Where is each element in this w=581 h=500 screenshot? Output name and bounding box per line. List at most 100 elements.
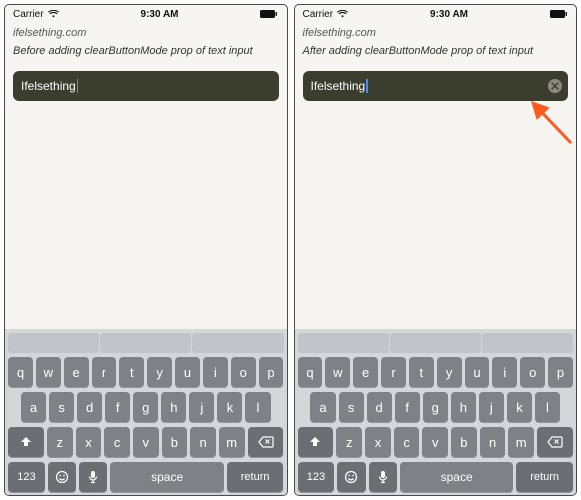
- phone-right: Carrier 9:30 AM ifelsething.com After ad…: [294, 4, 578, 496]
- key-shift[interactable]: [298, 427, 334, 457]
- key-o[interactable]: o: [520, 357, 545, 387]
- key-o[interactable]: o: [231, 357, 256, 387]
- key-p[interactable]: p: [259, 357, 284, 387]
- key-emoji[interactable]: [337, 462, 365, 492]
- key-backspace[interactable]: [537, 427, 573, 457]
- text-input-value: Ifelsething: [21, 79, 76, 93]
- key-r[interactable]: r: [381, 357, 406, 387]
- status-time: 9:30 AM: [141, 9, 179, 20]
- keyboard-row-2: a s d f g h j k l: [298, 392, 574, 422]
- key-shift[interactable]: [8, 427, 44, 457]
- suggestion-cell[interactable]: [482, 333, 573, 353]
- key-r[interactable]: r: [92, 357, 117, 387]
- key-h[interactable]: h: [451, 392, 476, 422]
- key-p[interactable]: p: [548, 357, 573, 387]
- key-v[interactable]: v: [133, 427, 159, 457]
- key-return[interactable]: return: [227, 462, 284, 492]
- key-g[interactable]: g: [133, 392, 158, 422]
- key-return[interactable]: return: [516, 462, 573, 492]
- key-a[interactable]: a: [310, 392, 335, 422]
- key-123[interactable]: 123: [8, 462, 45, 492]
- caption-text: After adding clearButtonMode prop of tex…: [303, 45, 569, 57]
- keyboard-row-2: a s d f g h j k l: [8, 392, 284, 422]
- key-u[interactable]: u: [465, 357, 490, 387]
- key-b[interactable]: b: [162, 427, 188, 457]
- battery-icon: [260, 10, 278, 18]
- key-b[interactable]: b: [451, 427, 477, 457]
- suggestion-cell[interactable]: [390, 333, 481, 353]
- key-space[interactable]: space: [110, 462, 223, 492]
- key-y[interactable]: y: [147, 357, 172, 387]
- key-x[interactable]: x: [365, 427, 391, 457]
- suggestion-bar: [8, 333, 284, 353]
- mic-icon: [88, 470, 98, 484]
- status-bar: Carrier 9:30 AM: [5, 5, 287, 23]
- key-l[interactable]: l: [245, 392, 270, 422]
- key-z[interactable]: z: [336, 427, 362, 457]
- key-q[interactable]: q: [8, 357, 33, 387]
- key-d[interactable]: d: [77, 392, 102, 422]
- key-c[interactable]: c: [394, 427, 420, 457]
- key-e[interactable]: e: [64, 357, 89, 387]
- key-k[interactable]: k: [217, 392, 242, 422]
- backspace-icon: [547, 436, 563, 448]
- key-h[interactable]: h: [161, 392, 186, 422]
- key-m[interactable]: m: [508, 427, 534, 457]
- suggestion-cell[interactable]: [192, 333, 283, 353]
- keyboard-row-3: z x c v b n m: [298, 427, 574, 457]
- key-t[interactable]: t: [119, 357, 144, 387]
- key-j[interactable]: j: [479, 392, 504, 422]
- key-a[interactable]: a: [21, 392, 46, 422]
- key-s[interactable]: s: [339, 392, 364, 422]
- text-cursor: [366, 79, 368, 93]
- key-mic[interactable]: [369, 462, 397, 492]
- text-input[interactable]: Ifelsething: [303, 71, 569, 101]
- battery-icon: [550, 10, 568, 18]
- key-mic[interactable]: [79, 462, 107, 492]
- key-j[interactable]: j: [189, 392, 214, 422]
- key-z[interactable]: z: [47, 427, 73, 457]
- status-bar: Carrier 9:30 AM: [295, 5, 577, 23]
- key-emoji[interactable]: [48, 462, 76, 492]
- key-f[interactable]: f: [395, 392, 420, 422]
- keyboard-row-3: z x c v b n m: [8, 427, 284, 457]
- keyboard: q w e r t y u i o p a s d f g h j k l z: [295, 329, 577, 495]
- key-u[interactable]: u: [175, 357, 200, 387]
- key-f[interactable]: f: [105, 392, 130, 422]
- status-time: 9:30 AM: [430, 9, 468, 20]
- key-g[interactable]: g: [423, 392, 448, 422]
- key-n[interactable]: n: [480, 427, 506, 457]
- key-y[interactable]: y: [437, 357, 462, 387]
- text-input[interactable]: Ifelsething: [13, 71, 279, 101]
- carrier-label: Carrier: [303, 9, 334, 20]
- caption-text: Before adding clearButtonMode prop of te…: [13, 45, 279, 57]
- keyboard-row-1: q w e r t y u i o p: [8, 357, 284, 387]
- key-s[interactable]: s: [49, 392, 74, 422]
- clear-button[interactable]: [548, 79, 562, 93]
- key-c[interactable]: c: [104, 427, 130, 457]
- key-m[interactable]: m: [219, 427, 245, 457]
- suggestion-cell[interactable]: [100, 333, 191, 353]
- key-i[interactable]: i: [203, 357, 228, 387]
- key-q[interactable]: q: [298, 357, 323, 387]
- emoji-icon: [344, 470, 358, 484]
- key-k[interactable]: k: [507, 392, 532, 422]
- key-v[interactable]: v: [422, 427, 448, 457]
- key-d[interactable]: d: [367, 392, 392, 422]
- shift-icon: [308, 435, 322, 449]
- key-n[interactable]: n: [190, 427, 216, 457]
- key-space[interactable]: space: [400, 462, 513, 492]
- suggestion-cell[interactable]: [298, 333, 389, 353]
- key-e[interactable]: e: [353, 357, 378, 387]
- key-w[interactable]: w: [36, 357, 61, 387]
- suggestion-cell[interactable]: [8, 333, 99, 353]
- key-backspace[interactable]: [248, 427, 284, 457]
- key-i[interactable]: i: [492, 357, 517, 387]
- key-l[interactable]: l: [535, 392, 560, 422]
- mic-icon: [378, 470, 388, 484]
- key-t[interactable]: t: [409, 357, 434, 387]
- key-x[interactable]: x: [76, 427, 102, 457]
- keyboard-row-1: q w e r t y u i o p: [298, 357, 574, 387]
- key-123[interactable]: 123: [298, 462, 335, 492]
- key-w[interactable]: w: [325, 357, 350, 387]
